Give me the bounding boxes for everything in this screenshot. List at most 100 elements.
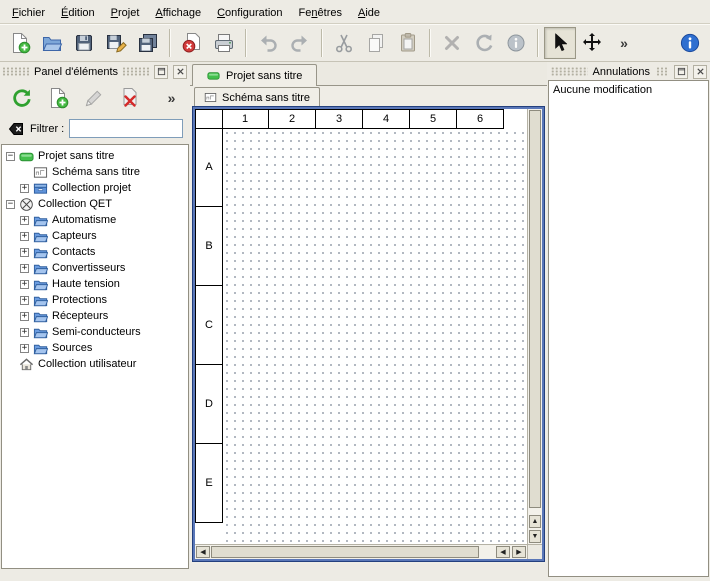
collapse-toggle[interactable]: − [6,200,15,209]
save-button[interactable] [68,27,100,59]
expand-toggle[interactable]: + [20,264,29,273]
clear-filter-button[interactable] [7,120,25,138]
move-view-button[interactable] [576,27,608,59]
tree-item-schema-sans-titre[interactable]: Schéma sans titre [2,164,188,180]
elements-toolbar: » [0,80,190,116]
open-project-icon [41,32,63,54]
close-undo-panel-button[interactable] [693,65,707,79]
vscroll-thumb[interactable] [529,110,541,508]
copy-icon [365,32,387,54]
ruler-column-label: 3 [315,109,363,129]
about-button[interactable] [674,27,706,59]
reload-button[interactable] [8,85,35,112]
overflow-chevron-icon: » [168,91,176,105]
tree-item-label: Projet sans titre [38,150,114,162]
close-icon [176,67,185,76]
menu-item-fichier[interactable]: Fichier [4,2,53,23]
close-panel-button[interactable] [173,65,187,79]
undo-list[interactable]: Aucune modification [548,80,709,577]
folder-icon [33,309,48,324]
expand-toggle[interactable]: + [20,280,29,289]
tree-item-sources[interactable]: +Sources [2,340,188,356]
tree-item-protections[interactable]: +Protections [2,292,188,308]
tree-item-label: Semi-conducteurs [52,326,141,338]
ruler-column-label: 4 [362,109,410,129]
new-project-button[interactable] [4,27,36,59]
tree-item-capteurs[interactable]: + Capteurs [2,228,188,244]
ruler-row-label: E [195,443,223,523]
print-icon [213,32,235,54]
scroll-left-button-end[interactable]: ◀ [496,546,510,558]
expand-toggle[interactable]: + [20,216,29,225]
tree-item-haute-tension[interactable]: +Haute tension [2,276,188,292]
tree-item-label: Capteurs [52,230,97,242]
expand-toggle[interactable]: + [20,184,29,193]
qet-collection-icon [19,197,34,212]
scroll-right-button[interactable]: ▶ [512,546,526,558]
menu-item-projet[interactable]: Projet [103,2,148,23]
elements-toolbar-buttons [8,85,143,112]
close-project-button[interactable] [176,27,208,59]
new-element-button[interactable] [44,85,71,112]
element-tree[interactable]: − Projet sans titre Schéma sans titre + Coll… [1,144,189,569]
edit-element-button [80,85,107,112]
elements-panel-titlebar: Panel d'éléments [0,62,190,80]
diagram-view: 123456 ABCDE ▲ ▼ ◀ [195,109,542,559]
tree-item-projet-sans-titre[interactable]: − Projet sans titre [2,148,188,164]
folder-icon [33,293,48,308]
open-project-button[interactable] [36,27,68,59]
float-undo-panel-button[interactable] [674,65,688,79]
float-panel-button[interactable] [154,65,168,79]
tree-item-label: Collection projet [52,182,131,194]
menu-item-affichage[interactable]: Affichage [147,2,209,23]
menu-item-edition[interactable]: Édition [53,2,103,23]
folder-icon [33,261,48,276]
elements-toolbar-overflow-button[interactable]: » [161,85,182,112]
tree-item-label: Schéma sans titre [52,166,140,178]
new-document-icon [9,32,31,54]
menu-item-fenetres[interactable]: Fenêtres [291,2,350,23]
hscroll-thumb[interactable] [211,546,479,558]
tree-item-semi-conducteurs[interactable]: + Semi-conducteurs [2,324,188,340]
save-all-button[interactable] [132,27,164,59]
expand-toggle[interactable]: + [20,296,29,305]
collapse-toggle[interactable]: − [6,152,15,161]
tree-item-contacts[interactable]: +Contacts [2,244,188,260]
expand-toggle[interactable]: + [20,312,29,321]
folder-icon [33,325,48,340]
scroll-up-button[interactable]: ▲ [529,515,541,528]
float-icon [157,67,166,76]
schema-tab[interactable]: Schéma sans titre [194,87,320,107]
menu-item-configuration[interactable]: Configuration [209,2,290,23]
tree-item-collection-projet[interactable]: + Collection projet [2,180,188,196]
print-button[interactable] [208,27,240,59]
expand-toggle[interactable]: + [20,232,29,241]
expand-toggle[interactable]: + [20,328,29,337]
expand-toggle[interactable]: + [20,344,29,353]
menu-item-aide[interactable]: Aide [350,2,388,23]
tree-item-automatisme[interactable]: +Automatisme [2,212,188,228]
tree-item-recepteurs[interactable]: +Récepteurs [2,308,188,324]
vertical-scrollbar[interactable]: ▲ ▼ [527,109,542,544]
hscroll-track[interactable] [211,546,495,558]
tree-item-collection-qet[interactable]: −Collection QET [2,196,188,212]
horizontal-scrollbar[interactable]: ◀ ◀ ▶ [195,544,527,559]
tree-item-collection-utilisateur[interactable]: Collection utilisateur [2,356,188,372]
toolbar-overflow-button[interactable]: » [608,27,640,59]
diagram-canvas[interactable] [223,129,527,544]
delete-element-button[interactable] [116,85,143,112]
scroll-down-button[interactable]: ▼ [529,530,541,543]
select-arrow-icon [549,32,571,54]
vscroll-track[interactable] [528,109,542,514]
expand-toggle[interactable]: + [20,248,29,257]
ruler-row-label: B [195,206,223,286]
paste-button [392,27,424,59]
filter-input[interactable] [69,119,183,138]
save-as-button[interactable] [100,27,132,59]
redo-button [284,27,316,59]
select-arrow-button[interactable] [544,27,576,59]
toolbar-separator [321,29,323,57]
project-tab[interactable]: Projet sans titre [192,64,317,86]
tree-item-convertisseurs[interactable]: +Convertisseurs [2,260,188,276]
scroll-left-button[interactable]: ◀ [196,546,210,558]
